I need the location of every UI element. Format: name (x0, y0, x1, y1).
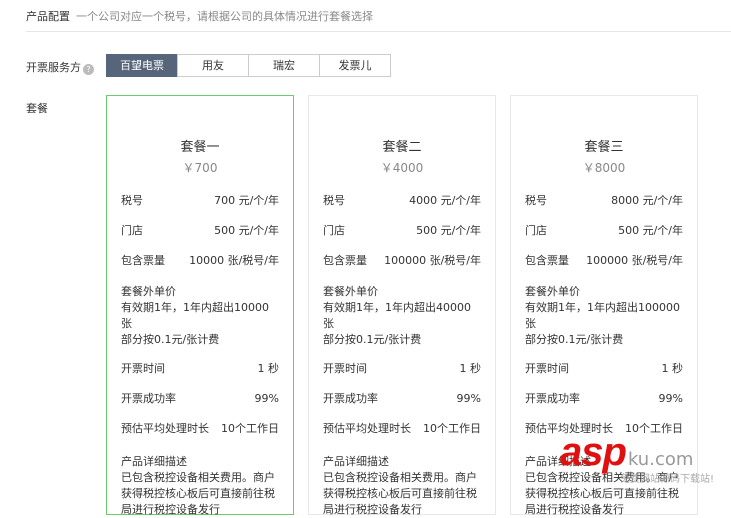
success-rate-row: 开票成功率 99% (121, 384, 279, 414)
success-rate-label: 开票成功率 (323, 392, 378, 405)
package-card[interactable]: 套餐三 ￥8000 税号 8000 元/个/年门店 500 元/个/年包含票量 100… (510, 95, 698, 518)
quota-row: 包含票量 100000 张/税号/年 (525, 246, 683, 276)
tax-id-label: 税号 (323, 194, 345, 207)
extra-line2: 部分按0.1元/张计费 (323, 333, 422, 346)
store-label: 门店 (121, 224, 143, 237)
provider-label: 开票服务方? (26, 59, 94, 75)
issue-time-label: 开票时间 (525, 362, 569, 375)
extra-price: 套餐外单价有效期1年，1年内超出10000张部分按0.1元/张计费 (121, 284, 279, 348)
extra-title: 套餐外单价 (121, 285, 176, 298)
processing-time-label: 预估平均处理时长 (121, 422, 209, 435)
success-rate-label: 开票成功率 (121, 392, 176, 405)
processing-time-label: 预估平均处理时长 (323, 422, 411, 435)
success-rate-row: 开票成功率 99% (323, 384, 481, 414)
store-row: 门店 500 元/个/年 (121, 216, 279, 246)
desc-title: 产品详细描述 (525, 455, 591, 468)
section-header: 产品配置 一个公司对应一个税号，请根据公司的具体情况进行套餐选择 (26, 8, 373, 24)
package-price: ￥8000 (582, 161, 626, 175)
extra-line1: 有效期1年，1年内超出10000张 (121, 301, 269, 330)
processing-time-value: 10个工作日 (625, 422, 683, 435)
store-label: 门店 (525, 224, 547, 237)
extra-price: 套餐外单价有效期1年，1年内超出40000张部分按0.1元/张计费 (323, 284, 481, 348)
issue-time-row: 开票时间 1 秒 (323, 354, 481, 384)
extra-line1: 有效期1年，1年内超出40000张 (323, 301, 471, 330)
package-card[interactable]: 套餐二 ￥4000 税号 4000 元/个/年门店 500 元/个/年包含票量 100… (308, 95, 496, 518)
tab-ruihong[interactable]: 瑞宏 (248, 54, 320, 77)
quota-value: 10000 张/税号/年 (189, 254, 279, 267)
tab-baiwang[interactable]: 百望电票 (106, 54, 178, 77)
extra-line2: 部分按0.1元/张计费 (525, 333, 624, 346)
tax-id-value: 700 元/个/年 (214, 194, 279, 207)
store-label: 门店 (323, 224, 345, 237)
package-card[interactable]: 套餐一 ￥700 税号 700 元/个/年门店 500 元/个/年包含票量 10000… (106, 95, 294, 518)
quota-label: 包含票量 (323, 254, 367, 267)
desc-title: 产品详细描述 (323, 455, 389, 468)
quota-row: 包含票量 100000 张/税号/年 (323, 246, 481, 276)
tax-id-label: 税号 (525, 194, 547, 207)
issue-time-row: 开票时间 1 秒 (121, 354, 279, 384)
extra-line1: 有效期1年，1年内超出100000张 (525, 301, 680, 330)
success-rate-value: 99% (254, 392, 279, 405)
section-title: 产品配置 (26, 10, 70, 23)
success-rate-row: 开票成功率 99% (525, 384, 683, 414)
section-subtitle: 一个公司对应一个税号，请根据公司的具体情况进行套餐选择 (76, 10, 373, 23)
tab-fapiaoer[interactable]: 发票儿 (319, 54, 391, 77)
tax-id-row: 税号 700 元/个/年 (121, 186, 279, 216)
package-name: 套餐三 (584, 140, 624, 155)
desc-text: 已包含税控设备相关费用。商户获得税控核心板后可直接前往税局进行税控设备发行 (121, 471, 275, 516)
extra-line2: 部分按0.1元/张计费 (121, 333, 220, 346)
package-price: ￥4000 (380, 161, 424, 175)
tax-id-row: 税号 4000 元/个/年 (323, 186, 481, 216)
quota-value: 100000 张/税号/年 (586, 254, 683, 267)
issue-time-value: 1 秒 (257, 362, 280, 375)
quota-row: 包含票量 10000 张/税号/年 (121, 246, 279, 276)
issue-time-row: 开票时间 1 秒 (525, 354, 683, 384)
success-rate-value: 99% (456, 392, 481, 405)
desc-text: 已包含税控设备相关费用。商户获得税控核心板后可直接前往税局进行税控设备发行 (323, 471, 477, 516)
store-row: 门店 500 元/个/年 (323, 216, 481, 246)
tax-id-value: 8000 元/个/年 (611, 194, 683, 207)
description: 产品详细描述已包含税控设备相关费用。商户获得税控核心板后可直接前往税局进行税控设… (121, 454, 279, 518)
description: 产品详细描述已包含税控设备相关费用。商户获得税控核心板后可直接前往税局进行税控设… (525, 454, 683, 518)
description: 产品详细描述已包含税控设备相关费用。商户获得税控核心板后可直接前往税局进行税控设… (323, 454, 481, 518)
package-name: 套餐二 (382, 140, 422, 155)
processing-time-row: 预估平均处理时长 10个工作日 (121, 414, 279, 444)
quota-label: 包含票量 (121, 254, 165, 267)
help-icon[interactable]: ? (83, 64, 94, 75)
packages-label: 套餐 (26, 102, 48, 115)
issue-time-value: 1 秒 (661, 362, 684, 375)
desc-title: 产品详细描述 (121, 455, 187, 468)
quota-value: 100000 张/税号/年 (384, 254, 481, 267)
processing-time-value: 10个工作日 (221, 422, 279, 435)
desc-text: 已包含税控设备相关费用。商户获得税控核心板后可直接前往税局进行税控设备发行 (525, 471, 679, 516)
package-name: 套餐一 (180, 140, 220, 155)
extra-price: 套餐外单价有效期1年，1年内超出100000张部分按0.1元/张计费 (525, 284, 683, 348)
tax-id-value: 4000 元/个/年 (409, 194, 481, 207)
processing-time-row: 预估平均处理时长 10个工作日 (323, 414, 481, 444)
store-row: 门店 500 元/个/年 (525, 216, 683, 246)
extra-title: 套餐外单价 (323, 285, 378, 298)
store-value: 500 元/个/年 (214, 224, 279, 237)
provider-label-text: 开票服务方 (26, 61, 81, 74)
processing-time-row: 预估平均处理时长 10个工作日 (525, 414, 683, 444)
success-rate-value: 99% (658, 392, 683, 405)
store-value: 500 元/个/年 (618, 224, 683, 237)
tax-id-row: 税号 8000 元/个/年 (525, 186, 683, 216)
package-price: ￥700 (182, 161, 218, 175)
issue-time-label: 开票时间 (323, 362, 367, 375)
tax-id-label: 税号 (121, 194, 143, 207)
divider (26, 31, 731, 32)
extra-title: 套餐外单价 (525, 285, 580, 298)
store-value: 500 元/个/年 (416, 224, 481, 237)
processing-time-value: 10个工作日 (423, 422, 481, 435)
provider-tabs: 百望电票 用友 瑞宏 发票儿 (106, 54, 391, 77)
tab-yonyou[interactable]: 用友 (177, 54, 249, 77)
issue-time-label: 开票时间 (121, 362, 165, 375)
processing-time-label: 预估平均处理时长 (525, 422, 613, 435)
success-rate-label: 开票成功率 (525, 392, 580, 405)
quota-label: 包含票量 (525, 254, 569, 267)
issue-time-value: 1 秒 (459, 362, 482, 375)
